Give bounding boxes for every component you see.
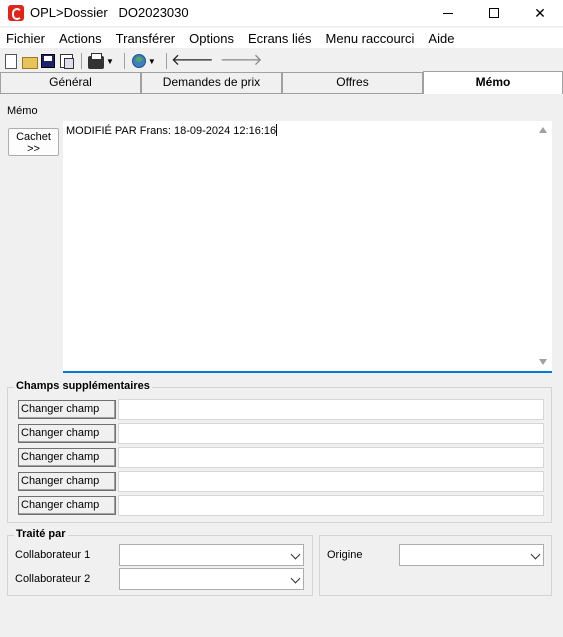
window-title: OPL>Dossier DO2023030 — [30, 5, 189, 20]
collaborateur-1-label: Collaborateur 1 — [15, 549, 91, 561]
chevron-down-icon — [290, 549, 301, 560]
memo-content: MODIFIÉ PAR Frans: 18-09-2024 12:16:16 — [66, 124, 278, 137]
forward-arrow-icon[interactable]: 🡒 — [220, 52, 263, 70]
cachet-button-label: Cachet — [16, 131, 51, 143]
origine-label: Origine — [327, 549, 363, 561]
menu-ecrans-lies[interactable]: Ecrans liés — [241, 28, 319, 48]
tab-demandes-de-prix[interactable]: Demandes de prix — [141, 72, 282, 93]
save-icon[interactable] — [41, 54, 55, 68]
collaborateur-2-label: Collaborateur 2 — [15, 573, 91, 585]
origine-select[interactable] — [399, 544, 544, 566]
close-button[interactable]: ✕ — [517, 0, 563, 26]
copy-icon[interactable] — [60, 54, 74, 69]
globe-icon[interactable] — [131, 54, 146, 68]
menu-aide[interactable]: Aide — [421, 28, 461, 48]
champ-field-5[interactable] — [118, 495, 544, 516]
champs-supplementaires-title: Champs supplémentaires — [14, 380, 152, 392]
text-cursor — [276, 124, 278, 136]
maximize-button[interactable] — [471, 0, 517, 26]
cachet-button-arrows: >> — [27, 143, 40, 155]
print-dropdown-icon[interactable]: ▼ — [106, 57, 114, 66]
tab-offres[interactable]: Offres — [282, 72, 423, 93]
print-icon[interactable] — [88, 52, 104, 69]
menu-bar: Fichier Actions Transférer Options Ecran… — [0, 28, 563, 48]
toolbar: ▼ ▼ 🡐 🡒 — [0, 50, 563, 72]
champ-field-2[interactable] — [118, 423, 544, 444]
scroll-down-icon[interactable] — [539, 359, 547, 365]
tab-strip: Général Demandes de prix Offres Mémo — [0, 71, 563, 94]
toolbar-separator — [165, 53, 167, 69]
memo-text: MODIFIÉ PAR Frans: 18-09-2024 12:16:16 — [66, 125, 277, 137]
chevron-down-icon — [290, 573, 301, 584]
champ-field-3[interactable] — [118, 447, 544, 468]
tab-general[interactable]: Général — [0, 72, 141, 93]
changer-champ-button-4[interactable]: Changer champ — [18, 472, 116, 491]
close-icon: ✕ — [534, 4, 546, 21]
changer-champ-button-2[interactable]: Changer champ — [18, 424, 116, 443]
memo-label: Mémo — [7, 105, 38, 117]
collaborateur-1-select[interactable] — [119, 544, 304, 566]
app-logo-icon — [8, 5, 24, 21]
globe-dropdown-icon[interactable]: ▼ — [148, 57, 156, 66]
menu-transferer[interactable]: Transférer — [109, 28, 182, 48]
champ-field-1[interactable] — [118, 399, 544, 420]
menu-fichier[interactable]: Fichier — [0, 28, 52, 48]
chevron-down-icon — [530, 549, 541, 560]
maximize-icon — [489, 8, 499, 18]
changer-champ-button-1[interactable]: Changer champ — [18, 400, 116, 419]
toolbar-separator — [123, 53, 125, 69]
minimize-button[interactable] — [425, 0, 471, 26]
back-arrow-icon[interactable]: 🡐 — [171, 52, 214, 70]
changer-champ-button-3[interactable]: Changer champ — [18, 448, 116, 467]
toolbar-separator — [81, 53, 82, 69]
champ-field-4[interactable] — [118, 471, 544, 492]
title-bar: OPL>Dossier DO2023030 ✕ — [0, 0, 563, 26]
menu-options[interactable]: Options — [182, 28, 241, 48]
minimize-icon — [443, 12, 453, 14]
tab-memo[interactable]: Mémo — [423, 71, 563, 94]
new-document-icon[interactable] — [5, 54, 17, 69]
tab-divider — [0, 93, 423, 94]
cachet-button[interactable]: Cachet >> — [8, 128, 59, 156]
open-folder-icon[interactable] — [22, 56, 38, 69]
scroll-up-icon[interactable] — [539, 127, 547, 133]
memo-textarea[interactable]: MODIFIÉ PAR Frans: 18-09-2024 12:16:16 — [63, 121, 552, 373]
menu-actions[interactable]: Actions — [52, 28, 109, 48]
collaborateur-2-select[interactable] — [119, 568, 304, 590]
menu-raccourci[interactable]: Menu raccourci — [319, 28, 422, 48]
traite-par-title: Traité par — [14, 528, 68, 540]
changer-champ-button-5[interactable]: Changer champ — [18, 496, 116, 515]
